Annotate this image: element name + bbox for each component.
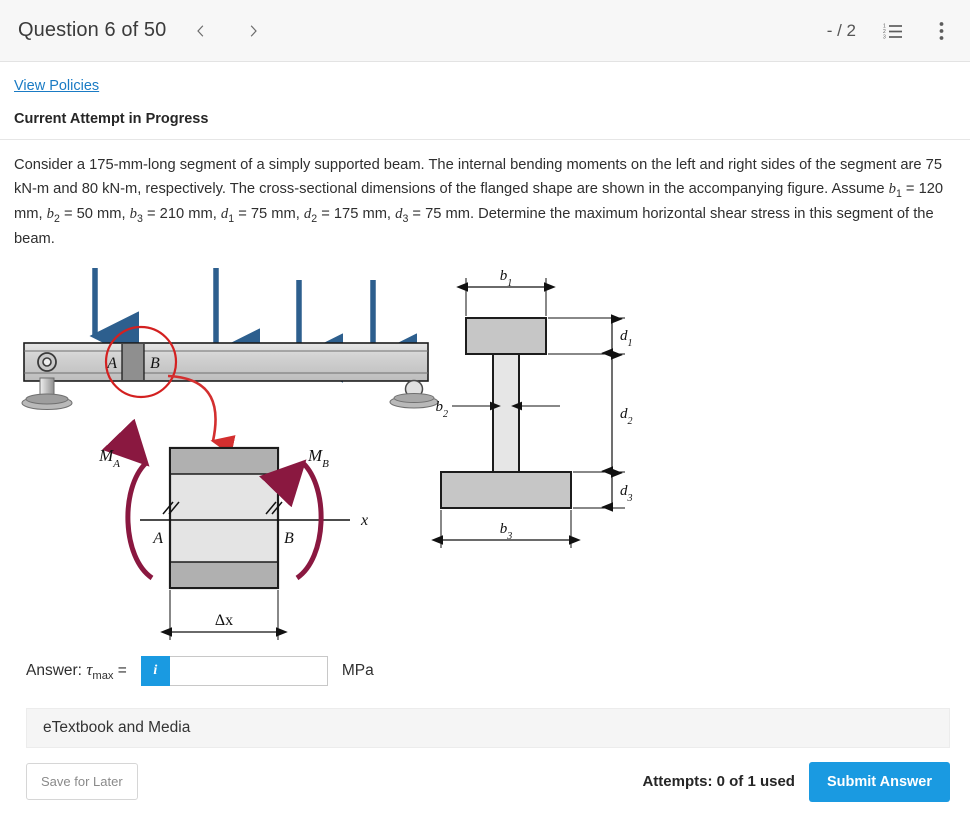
score-display: - / 2: [826, 20, 856, 40]
val-d2: = 175 mm,: [317, 205, 396, 222]
footer-right-group: Attempts: 0 of 1 used Submit Answer: [642, 761, 950, 802]
b3-label: b3: [500, 521, 513, 542]
beam-assembly: A B: [21, 325, 439, 456]
val-b2: = 50 mm,: [59, 205, 130, 222]
beam-label-b: B: [150, 355, 160, 372]
segment-top-flange: [171, 448, 277, 474]
pin-hole-inner: [42, 356, 52, 367]
var-b1: b: [888, 180, 896, 197]
attempt-status-text: Current Attempt in Progress: [14, 111, 209, 127]
web: [492, 352, 520, 473]
val-d1: = 75 mm,: [234, 205, 304, 222]
chevron-right-icon[interactable]: [244, 22, 262, 40]
question-prompt: Consider a 175-mm-long segment of a simp…: [0, 140, 970, 252]
segment-label-a: A: [152, 530, 163, 547]
cross-section-figure: b1 b2 b3 d1 d2 d3: [431, 268, 633, 548]
answer-unit: MPa: [341, 661, 374, 679]
val-b3: = 210 mm,: [142, 205, 221, 222]
view-policies-link[interactable]: View Policies: [14, 78, 99, 94]
segment-label-b: B: [284, 530, 294, 547]
var-b3: b: [129, 205, 138, 222]
chevron-left-icon[interactable]: [192, 22, 210, 40]
leader-arrow: [167, 374, 236, 456]
segment-bottom-flange: [171, 561, 277, 587]
var-b2: b: [46, 205, 54, 222]
info-button[interactable]: i: [140, 655, 170, 686]
top-flange: [465, 316, 547, 355]
answer-label: Answer: τmax =: [26, 659, 127, 682]
submit-answer-button[interactable]: Submit Answer: [808, 761, 950, 802]
beam-bar: [23, 341, 429, 382]
d1-label: d1: [620, 328, 633, 349]
save-for-later-button[interactable]: Save for Later: [26, 763, 138, 801]
footer-actions: Save for Later Attempts: 0 of 1 used Sub…: [26, 761, 950, 802]
top-header-bar: Question 6 of 50 - / 2 1 2 3: [0, 0, 970, 62]
question-content: View Policies Current Attempt in Progres…: [0, 62, 970, 127]
etextbook-and-media-bar[interactable]: eTextbook and Media: [26, 707, 950, 748]
d3-label: d3: [620, 483, 633, 504]
figure-container: A B x A B MA MB Δx b1 b2 b3 d1 d2 d3: [0, 258, 970, 648]
b2-label: b2: [436, 399, 449, 420]
segment-free-body: x A B MA MB Δx: [98, 418, 368, 640]
axis-x-label: x: [360, 512, 368, 529]
prompt-text-part1: Consider a 175-mm-long segment of a simp…: [14, 157, 943, 197]
header-right-group: - / 2 1 2 3: [827, 19, 952, 43]
answer-input[interactable]: [169, 655, 328, 686]
moment-label-a: MA: [98, 446, 120, 470]
question-navigation: [192, 22, 262, 40]
beam-segment-block: [122, 343, 144, 380]
kebab-menu-icon[interactable]: [930, 19, 952, 43]
moment-label-b: MB: [307, 446, 329, 470]
numbered-list-icon[interactable]: 1 2 3: [882, 19, 904, 43]
answer-row: Answer: τmax = i MPa: [0, 652, 970, 690]
svg-text:3: 3: [883, 34, 886, 40]
attempts-counter: Attempts: 0 of 1 used: [642, 773, 795, 791]
d2-label: d2: [620, 406, 633, 427]
page-title: Question 6 of 50: [18, 19, 167, 41]
b1-label: b1: [500, 268, 513, 289]
bottom-flange: [440, 470, 572, 509]
tau-subscript: max: [92, 669, 114, 682]
beam-and-cross-section-figure: A B x A B MA MB Δx b1 b2 b3 d1 d2 d3: [21, 267, 633, 640]
deltax-label: Δx: [215, 612, 233, 629]
roller-support: [389, 379, 439, 409]
